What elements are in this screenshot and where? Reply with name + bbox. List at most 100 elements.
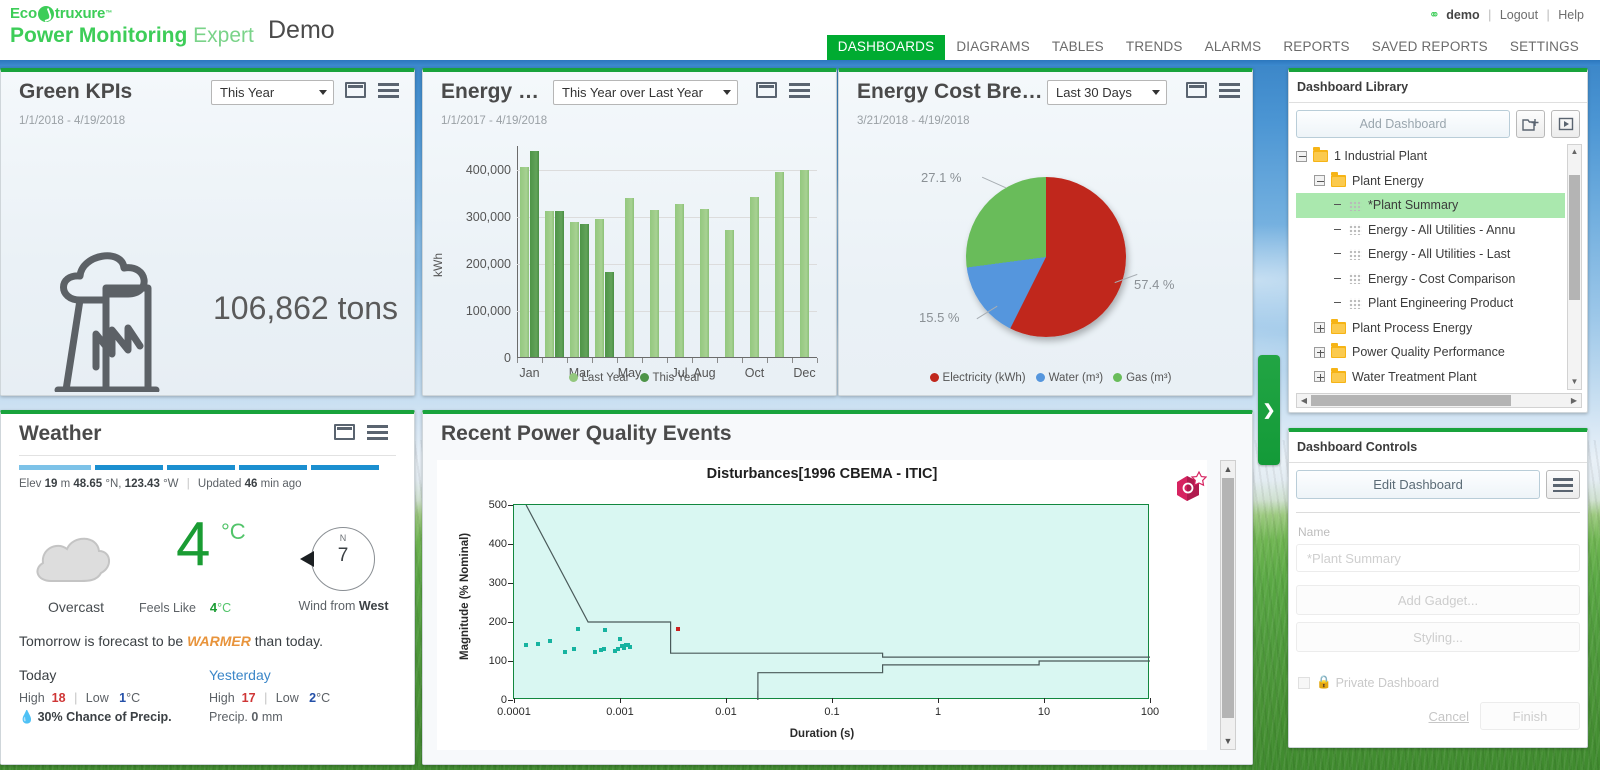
bar-this-year[interactable] (580, 224, 589, 357)
bar-last-year[interactable] (520, 167, 529, 357)
help-link[interactable]: Help (1558, 8, 1584, 22)
nav-item-settings[interactable]: SETTINGS (1499, 35, 1590, 60)
bar-this-year[interactable] (605, 272, 614, 357)
pq-data-point[interactable] (576, 627, 580, 631)
bar-this-year[interactable] (530, 151, 539, 357)
bar-last-year[interactable] (675, 204, 684, 357)
restore-window-icon[interactable] (756, 82, 777, 98)
legend-swatch (1036, 373, 1045, 382)
scrollbar-thumb[interactable] (1569, 175, 1580, 300)
chevron-down-icon[interactable]: ▼ (1568, 375, 1581, 389)
pq-event-add-icon[interactable] (1173, 470, 1207, 507)
scrollbar-thumb[interactable] (1311, 395, 1511, 406)
nav-item-alarms[interactable]: ALARMS (1194, 35, 1273, 60)
cancel-link[interactable]: Cancel (1429, 709, 1469, 724)
hamburger-menu-icon[interactable] (1219, 83, 1240, 98)
period-selector[interactable]: Last 30 Days (1047, 80, 1167, 105)
library-horizontal-scrollbar[interactable]: ◀ ▶ (1296, 393, 1582, 408)
checkbox-box[interactable] (1298, 677, 1310, 689)
pq-data-point[interactable] (628, 645, 632, 649)
pq-flagged-data-point[interactable] (676, 627, 680, 631)
tree-item[interactable]: Plant Engineering Product (1296, 291, 1565, 316)
panel-dashboard-controls: Dashboard Controls Edit Dashboard Name *… (1288, 428, 1588, 748)
bar-this-year[interactable] (555, 211, 564, 358)
hamburger-menu-icon[interactable] (367, 425, 388, 440)
nav-item-saved-reports[interactable]: SAVED REPORTS (1361, 35, 1499, 60)
slideshow-play-icon[interactable] (1551, 110, 1580, 138)
pq-x-tick-label: 0.0001 (497, 706, 531, 718)
bar-last-year[interactable] (650, 210, 659, 357)
bar-last-year[interactable] (545, 211, 554, 357)
expand-plus-icon[interactable] (1314, 347, 1325, 358)
collapse-minus-icon[interactable] (1314, 175, 1325, 186)
period-selector[interactable]: This Year (211, 80, 334, 105)
bar-last-year[interactable] (595, 219, 604, 358)
scrollbar-thumb[interactable] (1222, 478, 1234, 718)
pq-vertical-scrollbar[interactable]: ▲ ▼ (1220, 460, 1236, 750)
tree-item[interactable]: Energy - All Utilities - Last (1296, 242, 1565, 267)
pq-data-point[interactable] (563, 650, 567, 654)
tree-item[interactable]: Energy - Cost Comparison (1296, 267, 1565, 292)
period-selector[interactable]: This Year over Last Year (553, 80, 738, 105)
pq-data-point[interactable] (603, 628, 607, 632)
updated-label: Updated (198, 478, 241, 490)
tree-item[interactable]: Plant Process Energy (1296, 316, 1565, 341)
add-dashboard-button[interactable]: Add Dashboard (1296, 110, 1510, 138)
logout-link[interactable]: Logout (1500, 8, 1538, 22)
name-field-label: Name (1298, 525, 1330, 539)
brand-logo: Eco truxure ™ Power Monitoring Expert (10, 6, 254, 48)
chevron-down-icon[interactable]: ▼ (1221, 733, 1235, 749)
nav-item-trends[interactable]: TRENDS (1115, 35, 1194, 60)
finish-button[interactable]: Finish (1480, 702, 1580, 730)
new-folder-icon[interactable] (1516, 110, 1545, 138)
nav-item-dashboards[interactable]: DASHBOARDS (827, 35, 946, 60)
dashboard-name-input[interactable]: *Plant Summary (1296, 544, 1580, 572)
tree-item-selected[interactable]: *Plant Summary (1296, 193, 1565, 218)
expand-plus-icon[interactable] (1314, 322, 1325, 333)
tree-item[interactable]: Power Quality Performance (1296, 340, 1565, 365)
restore-window-icon[interactable] (1186, 82, 1207, 98)
tree-item[interactable]: 1 Industrial Plant (1296, 144, 1565, 169)
hamburger-menu-icon[interactable] (789, 83, 810, 98)
add-gadget-button[interactable]: Add Gadget... (1296, 585, 1580, 615)
pq-data-point[interactable] (602, 647, 606, 651)
expand-plus-icon[interactable] (1314, 371, 1325, 382)
hamburger-menu-icon[interactable] (1546, 470, 1580, 499)
nav-item-diagrams[interactable]: DIAGRAMS (945, 35, 1041, 60)
private-dashboard-checkbox[interactable]: 🔒 Private Dashboard (1298, 675, 1439, 690)
bar-last-year[interactable] (700, 209, 709, 357)
styling-button[interactable]: Styling... (1296, 622, 1580, 652)
chevron-up-icon[interactable]: ▲ (1568, 145, 1581, 159)
tree-item[interactable]: Plant Energy (1296, 169, 1565, 194)
bar-last-year[interactable] (725, 230, 734, 357)
pq-data-point[interactable] (618, 637, 622, 641)
nav-item-tables[interactable]: TABLES (1041, 35, 1115, 60)
chevron-right-icon[interactable]: ▶ (1567, 394, 1581, 407)
pq-data-point[interactable] (536, 642, 540, 646)
dashboard-tree[interactable]: 1 Industrial PlantPlant Energy*Plant Sum… (1296, 144, 1565, 390)
nav-item-reports[interactable]: REPORTS (1272, 35, 1360, 60)
tree-item[interactable]: Water Treatment Plant (1296, 365, 1565, 390)
pq-x-axis-title: Duration (s) (437, 728, 1207, 740)
tree-item[interactable]: Energy - All Utilities - Annu (1296, 218, 1565, 243)
hamburger-menu-icon[interactable] (378, 83, 399, 98)
restore-window-icon[interactable] (345, 82, 366, 98)
restore-window-icon[interactable] (334, 424, 355, 440)
bar-last-year[interactable] (750, 197, 759, 357)
chevron-left-icon[interactable]: ◀ (1297, 394, 1311, 407)
collapse-minus-icon[interactable] (1296, 151, 1307, 162)
pq-data-point[interactable] (593, 650, 597, 654)
library-vertical-scrollbar[interactable]: ▲ ▼ (1567, 144, 1582, 390)
edit-dashboard-button[interactable]: Edit Dashboard (1296, 470, 1540, 499)
pq-data-point[interactable] (572, 647, 576, 651)
chevron-up-icon[interactable]: ▲ (1221, 461, 1235, 477)
bar-last-year[interactable] (625, 198, 634, 357)
brand-eco-text: Eco (10, 7, 37, 21)
pq-data-point[interactable] (524, 643, 528, 647)
sidebar-collapse-handle[interactable]: ❯ (1258, 355, 1280, 465)
bar-last-year[interactable] (775, 172, 784, 357)
pq-data-point[interactable] (548, 639, 552, 643)
temperature-unit: °C (221, 519, 246, 545)
bar-last-year[interactable] (800, 170, 809, 358)
bar-last-year[interactable] (570, 222, 579, 357)
